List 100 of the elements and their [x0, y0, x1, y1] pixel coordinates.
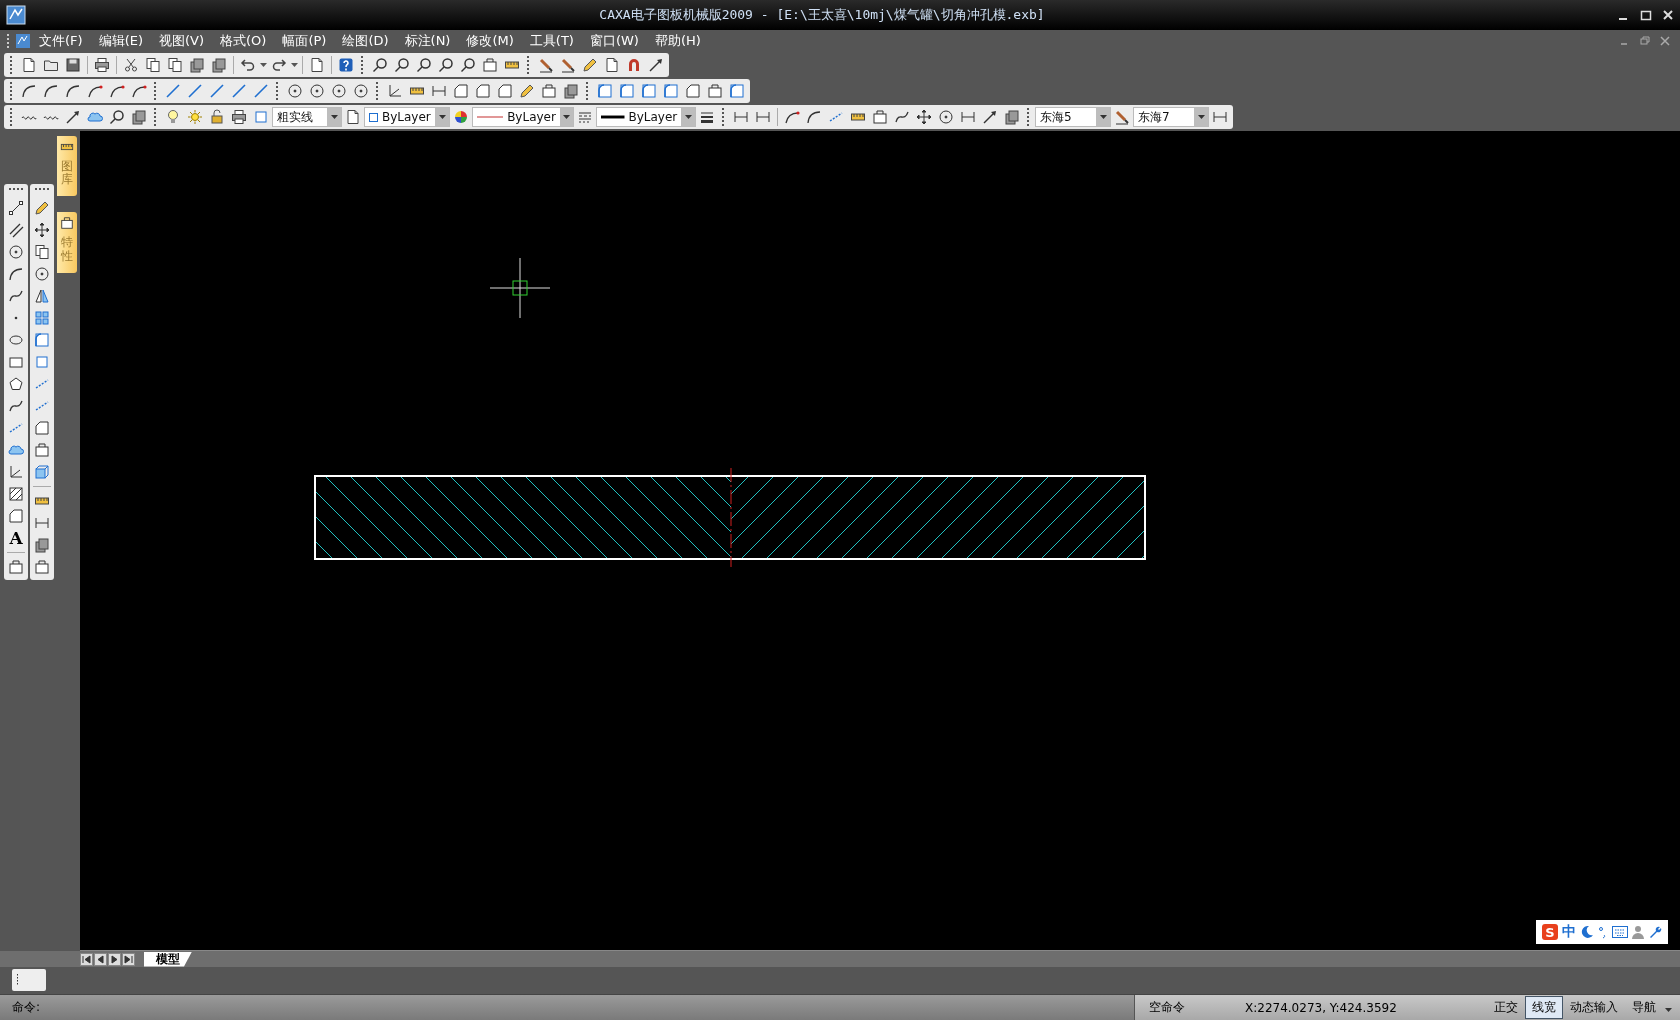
restore-icon[interactable]	[1640, 36, 1650, 46]
color-dropdown[interactable]: ByLayer	[364, 107, 450, 127]
nav-arrow-icon[interactable]	[95, 953, 106, 965]
lineweight-dropdown[interactable]: ByLayer	[596, 107, 696, 127]
chamfer-icon[interactable]	[497, 83, 513, 99]
chamfer-icon[interactable]	[34, 420, 50, 436]
arrow-icon[interactable]	[65, 109, 81, 125]
rounded-corner-icon[interactable]	[729, 83, 745, 99]
lightbulb-icon[interactable]	[165, 109, 181, 125]
arc-icon[interactable]	[43, 83, 59, 99]
pencil-icon[interactable]	[519, 83, 535, 99]
caret-icon[interactable]	[330, 115, 338, 119]
brush-icon[interactable]	[560, 57, 576, 73]
caret-icon[interactable]	[562, 115, 570, 119]
rounded-corner-icon[interactable]	[663, 83, 679, 99]
circle-icon[interactable]	[353, 83, 369, 99]
parallel-lines-icon[interactable]	[8, 222, 24, 238]
redo-icon[interactable]	[271, 57, 287, 73]
circle-icon[interactable]	[331, 83, 347, 99]
dimension-icon[interactable]	[1212, 109, 1228, 125]
copy-icon[interactable]	[167, 57, 183, 73]
stacked-pages-icon[interactable]	[131, 109, 147, 125]
array-grid-icon[interactable]	[34, 310, 50, 326]
ime-mode-button[interactable]: 中	[1562, 923, 1576, 941]
arrow-icon[interactable]	[648, 57, 664, 73]
status-toggle[interactable]: 正交	[1487, 996, 1525, 1019]
search-icon[interactable]	[460, 57, 476, 73]
mirror-icon[interactable]	[34, 288, 50, 304]
printer-icon[interactable]	[94, 57, 110, 73]
ellipse-icon[interactable]	[8, 332, 24, 348]
axes-icon[interactable]	[387, 83, 403, 99]
stacked-pages-icon[interactable]	[563, 83, 579, 99]
line-tool-icon[interactable]	[8, 200, 24, 216]
maximize-icon[interactable]	[1640, 9, 1652, 21]
circle-icon[interactable]	[938, 109, 954, 125]
menu-item[interactable]: 窗口(W)	[581, 30, 647, 52]
search-icon[interactable]	[416, 57, 432, 73]
document-icon[interactable]	[604, 57, 620, 73]
stacked-pages-icon[interactable]	[211, 57, 227, 73]
keyboard-icon[interactable]	[1612, 926, 1628, 938]
pencil-icon[interactable]	[34, 200, 50, 216]
arc-point-icon[interactable]	[131, 83, 147, 99]
arc-icon[interactable]	[65, 83, 81, 99]
copy-icon[interactable]	[34, 244, 50, 260]
lock-icon[interactable]	[209, 109, 225, 125]
circle-icon[interactable]	[34, 266, 50, 282]
copy-icon[interactable]	[145, 57, 161, 73]
hatch-icon[interactable]	[8, 486, 24, 502]
pencil-icon[interactable]	[582, 57, 598, 73]
layer-dropdown[interactable]: 粗实线	[272, 107, 342, 127]
chamfer-icon[interactable]	[475, 83, 491, 99]
circle-icon[interactable]	[287, 83, 303, 99]
document-icon[interactable]	[21, 57, 37, 73]
menu-item[interactable]: 帮助(H)	[646, 30, 709, 52]
menu-item[interactable]: 标注(N)	[396, 30, 459, 52]
circle-icon[interactable]	[309, 83, 325, 99]
nav-arrow-icon[interactable]	[123, 953, 134, 965]
status-toggle[interactable]: 动态输入	[1563, 996, 1625, 1019]
ime-logo[interactable]: S	[1542, 924, 1558, 940]
rounded-corner-icon[interactable]	[619, 83, 635, 99]
folder-icon[interactable]	[43, 57, 59, 73]
stacked-pages-icon[interactable]	[189, 57, 205, 73]
caret-icon[interactable]	[1197, 115, 1205, 119]
diagonal-line-icon[interactable]	[165, 83, 181, 99]
brush-icon[interactable]	[538, 57, 554, 73]
spline-icon[interactable]	[8, 288, 24, 304]
sun-icon[interactable]	[187, 109, 203, 125]
diagonal-line-icon[interactable]	[231, 83, 247, 99]
magnet-icon[interactable]	[626, 57, 642, 73]
circle-icon[interactable]	[8, 244, 24, 260]
grip-icon[interactable]	[16, 973, 19, 987]
menu-item[interactable]: 修改(M)	[458, 30, 522, 52]
document-icon[interactable]	[345, 109, 361, 125]
line-style-icon[interactable]	[577, 109, 593, 125]
dimension-icon[interactable]	[960, 109, 976, 125]
stacked-pages-icon[interactable]	[1004, 109, 1020, 125]
nav-arrow-icon[interactable]	[109, 953, 120, 965]
menu-item[interactable]: 幅面(P)	[274, 30, 335, 52]
pentagon-icon[interactable]	[8, 376, 24, 392]
search-icon[interactable]	[438, 57, 454, 73]
menu-item[interactable]: 编辑(E)	[90, 30, 151, 52]
grip-handle[interactable]	[7, 34, 12, 48]
printer-icon[interactable]	[231, 109, 247, 125]
dimension-icon[interactable]	[34, 515, 50, 531]
rounded-corner-icon[interactable]	[641, 83, 657, 99]
arc-icon[interactable]	[8, 266, 24, 282]
cloud-icon[interactable]	[8, 442, 24, 458]
menu-item[interactable]: 格式(O)	[212, 30, 275, 52]
search-icon[interactable]	[394, 57, 410, 73]
dimension-icon[interactable]	[733, 109, 749, 125]
search-icon[interactable]	[109, 109, 125, 125]
rounded-corner-icon[interactable]	[597, 83, 613, 99]
caret-icon[interactable]	[684, 115, 692, 119]
axes-icon[interactable]	[8, 464, 24, 480]
chamfer-icon[interactable]	[453, 83, 469, 99]
brush-icon[interactable]	[1114, 109, 1130, 125]
diagonal-line-icon[interactable]	[187, 83, 203, 99]
undo-icon[interactable]	[240, 57, 256, 73]
moon-icon[interactable]	[1580, 925, 1594, 939]
arc-point-icon[interactable]	[109, 83, 125, 99]
